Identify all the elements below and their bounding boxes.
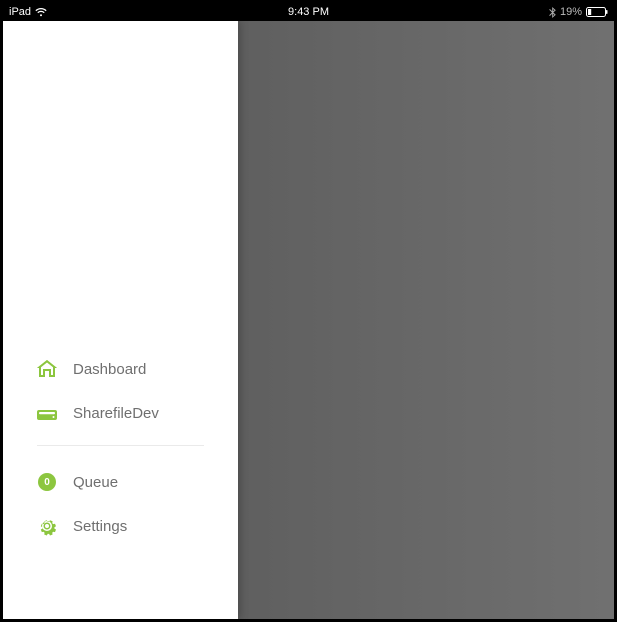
queue-badge-icon: 0 (37, 472, 57, 492)
status-bar: iPad 9:43 PM 19% (3, 3, 614, 21)
bluetooth-icon (549, 7, 556, 18)
queue-count-badge: 0 (38, 473, 56, 491)
battery-icon (586, 7, 608, 17)
sidebar-item-sharefiledev[interactable]: SharefileDev (37, 391, 204, 435)
sidebar-item-label: Queue (73, 474, 118, 491)
sidebar-divider (37, 445, 204, 446)
gear-icon (37, 516, 57, 536)
device-label: iPad (9, 6, 31, 18)
sidebar-menu: Dashboard SharefileDev 0 Queue Settin (3, 347, 238, 548)
drive-icon (37, 403, 57, 423)
status-left: iPad (9, 6, 47, 18)
sidebar-item-settings[interactable]: Settings (37, 504, 204, 548)
sidebar-item-dashboard[interactable]: Dashboard (37, 347, 204, 391)
sidebar-item-label: SharefileDev (73, 405, 159, 422)
sidebar-item-label: Dashboard (73, 361, 146, 378)
wifi-icon (35, 8, 47, 17)
home-icon (37, 359, 57, 379)
sidebar: Dashboard SharefileDev 0 Queue Settin (3, 21, 238, 619)
sidebar-item-label: Settings (73, 518, 127, 535)
status-right: 19% (549, 6, 608, 18)
sidebar-item-queue[interactable]: 0 Queue (37, 460, 204, 504)
app-area: Dashboard SharefileDev 0 Queue Settin (3, 21, 614, 619)
status-time: 9:43 PM (288, 6, 329, 18)
battery-percent: 19% (560, 6, 582, 18)
